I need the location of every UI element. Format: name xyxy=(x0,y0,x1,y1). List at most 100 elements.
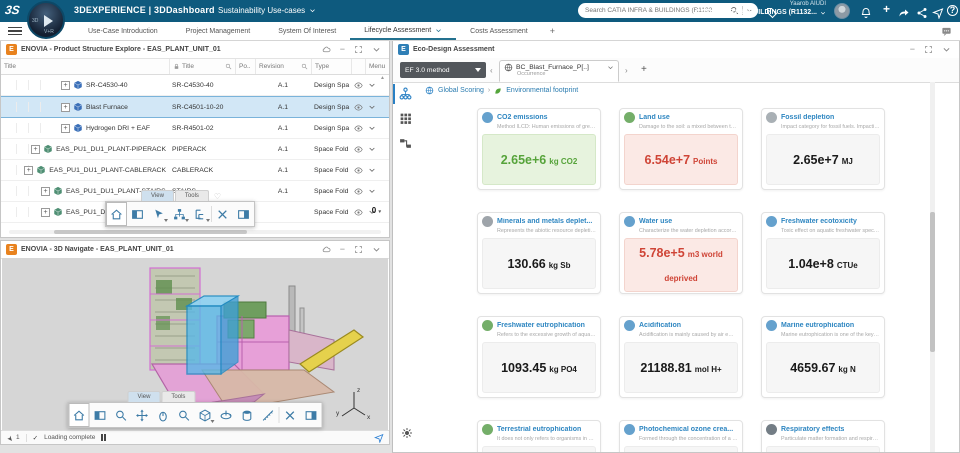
visibility-eye-icon[interactable] xyxy=(351,145,365,154)
breadcrumb-environmental-footprint[interactable]: Environmental footprint xyxy=(506,87,578,94)
help-icon[interactable]: ? xyxy=(947,5,958,16)
maximize-icon[interactable] xyxy=(354,45,363,54)
tree-view-button[interactable] xyxy=(190,202,211,226)
expand-node-icon[interactable]: + xyxy=(61,80,70,90)
toolbar-tab-tools[interactable]: Tools xyxy=(161,391,196,402)
visibility-eye-icon[interactable] xyxy=(351,81,365,90)
forward-share-icon[interactable] xyxy=(898,4,910,22)
impact-card-minerals-metals-depletion[interactable]: Minerals and metals deplet... Represents… xyxy=(477,212,601,294)
visibility-eye-icon[interactable] xyxy=(351,124,365,133)
expand-node-icon[interactable]: + xyxy=(24,165,34,175)
rotate-mouse-button[interactable] xyxy=(153,403,174,427)
favorite-heart-icon[interactable]: ♡ xyxy=(214,192,221,201)
visibility-eye-icon[interactable] xyxy=(351,187,365,196)
expand-node-icon[interactable]: + xyxy=(31,144,41,154)
cloud-icon[interactable] xyxy=(322,45,331,54)
pause-loading-icon[interactable] xyxy=(101,434,106,441)
panel-left-button[interactable] xyxy=(90,403,111,427)
add-content-icon[interactable]: + xyxy=(883,2,890,16)
turntable-button[interactable] xyxy=(216,403,237,427)
horizontal-scrollbar[interactable] xyxy=(9,230,381,234)
flow-view-icon[interactable] xyxy=(399,137,412,155)
table-scroll-up-icon[interactable]: ▲ xyxy=(380,75,385,81)
breadcrumb-global-scoring[interactable]: Global Scoring xyxy=(438,87,484,94)
hierarchy-view-icon[interactable] xyxy=(399,87,412,105)
panel-left-button[interactable] xyxy=(127,202,148,226)
minimize-icon[interactable]: − xyxy=(910,45,915,54)
tab-costs-assessment[interactable]: Costs Assessment xyxy=(456,22,542,40)
impact-card-terrestrial-eutrophication[interactable]: Terrestrial eutrophication It does not o… xyxy=(477,420,601,452)
3dexperience-compass[interactable]: 3D V+R xyxy=(27,1,65,39)
select-cursor-button[interactable] xyxy=(148,202,169,226)
fly-mode-icon[interactable] xyxy=(374,433,384,443)
panel-menu-chevron-icon[interactable] xyxy=(372,245,381,254)
row-menu-chevron-icon[interactable] xyxy=(365,166,387,174)
row-menu-chevron-icon[interactable] xyxy=(365,145,387,153)
table-row[interactable]: + SR-C4530-40 SR-C4530-40 A.1 Design Spa xyxy=(1,75,389,96)
table-row[interactable]: + EAS_PU1_DU1_PLANT-PIPERACK PIPERACK A.1… xyxy=(1,139,389,160)
tab-use-case-introduction[interactable]: Use-Case Introduction xyxy=(74,22,172,40)
impact-card-photochemical-ozone-creation[interactable]: Photochemical ozone crea... Formed throu… xyxy=(619,420,743,452)
close-toolbar-button[interactable] xyxy=(212,202,233,226)
tab-lifecycle-assessment[interactable]: Lifecycle Assessment xyxy=(350,22,457,40)
toolbar-tab-view[interactable]: View xyxy=(127,391,161,402)
maximize-icon[interactable] xyxy=(924,45,933,54)
tab-project-management[interactable]: Project Management xyxy=(172,22,265,40)
share-icon[interactable] xyxy=(916,4,928,22)
impact-card-marine-eutrophication[interactable]: Marine eutrophication Marine eutrophicat… xyxy=(761,316,885,398)
filter-search-icon[interactable] xyxy=(225,63,232,70)
impact-card-acidification[interactable]: Acidification Acidification is mainly ca… xyxy=(619,316,743,398)
iso-view-cube-button[interactable] xyxy=(195,403,216,427)
add-document-tab-button[interactable]: + xyxy=(641,64,647,75)
minimize-icon[interactable]: − xyxy=(340,45,345,54)
impact-card-freshwater-eutrophication[interactable]: Freshwater eutrophication Refers to the … xyxy=(477,316,601,398)
impact-card-water-use[interactable]: Water use Characterize the water depleti… xyxy=(619,212,743,294)
table-row-selected[interactable]: + Blast Furnace SR-C4501-10-20 A.1 Design… xyxy=(1,96,389,118)
impact-card-freshwater-ecotoxicity[interactable]: Freshwater ecotoxicity Toxic effect on a… xyxy=(761,212,885,294)
avatar[interactable] xyxy=(834,3,850,19)
panel-right-button[interactable] xyxy=(233,202,254,226)
table-row[interactable]: + EAS_PU1_DU1_PLANT-CABLERACK CABLERACK A… xyxy=(1,160,389,181)
home-view-button[interactable] xyxy=(106,202,127,226)
maximize-icon[interactable] xyxy=(354,245,363,254)
eco-vertical-scrollbar[interactable] xyxy=(930,82,935,452)
document-tab[interactable]: BC_Blast_Furnace_P[..] Occurrence xyxy=(499,60,619,82)
home-view-button[interactable] xyxy=(68,403,90,427)
impact-card-respiratory-effects[interactable]: Respiratory effects Particulate matter f… xyxy=(761,420,885,452)
visibility-eye-icon[interactable] xyxy=(351,208,365,217)
structure-network-button[interactable] xyxy=(169,202,190,226)
grid-view-icon[interactable] xyxy=(399,112,412,130)
dashboard-name-menu[interactable]: Sustainability Use-cases xyxy=(218,6,316,15)
measure-button[interactable] xyxy=(258,403,279,427)
row-menu-chevron-icon[interactable] xyxy=(365,124,387,132)
filter-search-icon[interactable] xyxy=(301,63,308,70)
pan-button[interactable] xyxy=(132,403,153,427)
table-row[interactable]: + Hydrogen DRI + EAF SR-R4501-02 A.1 Desi… xyxy=(1,118,389,139)
zoom-button[interactable] xyxy=(111,403,132,427)
processing-sun-icon[interactable] xyxy=(401,426,413,444)
panel-menu-chevron-icon[interactable] xyxy=(372,45,381,54)
panel-right-button[interactable] xyxy=(301,403,322,427)
panel-menu-chevron-icon[interactable] xyxy=(942,45,951,54)
3dswym-plane-icon[interactable] xyxy=(932,4,944,22)
impact-card-fossil-depletion[interactable]: Fossil depletion Impact category for fos… xyxy=(761,108,885,190)
user-block[interactable]: Yaarob AIUDI CATIA INFRA & BUILDINGS (R1… xyxy=(696,1,826,17)
cloud-icon[interactable] xyxy=(322,245,331,254)
prev-tab-arrow[interactable]: ‹ xyxy=(490,66,493,75)
method-selector[interactable]: EF 3.0 method xyxy=(400,62,486,78)
tab-system-of-interest[interactable]: System Of Interest xyxy=(264,22,350,40)
toolbar-tab-tools[interactable]: Tools xyxy=(174,190,209,201)
add-tab-button[interactable]: + xyxy=(542,26,563,36)
row-menu-chevron-icon[interactable] xyxy=(365,103,387,111)
row-menu-chevron-icon[interactable] xyxy=(365,81,387,89)
next-tab-arrow[interactable]: › xyxy=(625,66,628,75)
toolbar-tab-view[interactable]: View xyxy=(141,190,174,201)
row-menu-chevron-icon[interactable] xyxy=(365,187,387,195)
comments-icon[interactable] xyxy=(941,26,952,37)
close-toolbar-button[interactable] xyxy=(280,403,301,427)
notifications-bell-icon[interactable] xyxy=(860,4,872,22)
impact-card-land-use[interactable]: Land use Damage to the soil: a mixed bet… xyxy=(619,108,743,190)
minimize-icon[interactable]: − xyxy=(340,245,345,254)
visibility-eye-icon[interactable] xyxy=(351,103,365,112)
tab-chevron-icon[interactable] xyxy=(607,64,614,71)
